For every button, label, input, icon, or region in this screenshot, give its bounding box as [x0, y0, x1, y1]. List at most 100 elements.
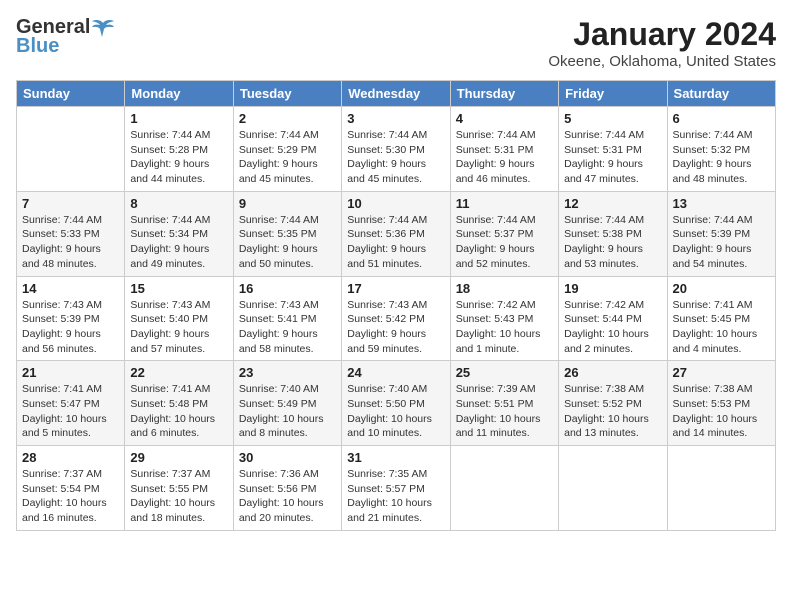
- day-info: Sunrise: 7:40 AMSunset: 5:49 PMDaylight:…: [239, 382, 336, 441]
- calendar-header-row: SundayMondayTuesdayWednesdayThursdayFrid…: [17, 81, 776, 107]
- day-number: 7: [22, 196, 119, 211]
- logo-bird-icon: [92, 19, 114, 37]
- calendar-day-cell: [450, 446, 558, 531]
- day-info: Sunrise: 7:44 AMSunset: 5:32 PMDaylight:…: [673, 128, 770, 187]
- day-info: Sunrise: 7:41 AMSunset: 5:47 PMDaylight:…: [22, 382, 119, 441]
- day-number: 30: [239, 450, 336, 465]
- day-number: 20: [673, 281, 770, 296]
- day-number: 31: [347, 450, 444, 465]
- day-number: 18: [456, 281, 553, 296]
- day-info: Sunrise: 7:43 AMSunset: 5:41 PMDaylight:…: [239, 298, 336, 357]
- calendar-day-cell: 17Sunrise: 7:43 AMSunset: 5:42 PMDayligh…: [342, 276, 450, 361]
- day-number: 1: [130, 111, 227, 126]
- calendar-day-cell: 16 Sunrise: 7:43 AMSunset: 5:41 PMDayligh…: [233, 276, 341, 361]
- calendar-day-cell: 12Sunrise: 7:44 AMSunset: 5:38 PMDayligh…: [559, 191, 667, 276]
- calendar-week-row: 21 Sunrise: 7:41 AMSunset: 5:47 PMDayligh…: [17, 361, 776, 446]
- day-info: Sunrise: 7:44 AMSunset: 5:29 PMDaylight:…: [239, 128, 336, 187]
- calendar-day-cell: 5 Sunrise: 7:44 AMSunset: 5:31 PMDaylight…: [559, 107, 667, 192]
- calendar-title: January 2024: [548, 16, 776, 53]
- calendar-day-cell: 28 Sunrise: 7:37 AMSunset: 5:54 PMDayligh…: [17, 446, 125, 531]
- day-of-week-header: Tuesday: [233, 81, 341, 107]
- day-of-week-header: Monday: [125, 81, 233, 107]
- calendar-day-cell: 31 Sunrise: 7:35 AMSunset: 5:57 PMDayligh…: [342, 446, 450, 531]
- day-number: 29: [130, 450, 227, 465]
- calendar-day-cell: [17, 107, 125, 192]
- day-info: Sunrise: 7:44 AMSunset: 5:37 PMDaylight:…: [456, 213, 553, 272]
- day-info: Sunrise: 7:44 AMSunset: 5:28 PMDaylight:…: [130, 128, 227, 187]
- day-number: 27: [673, 365, 770, 380]
- calendar-day-cell: 9 Sunrise: 7:44 AMSunset: 5:35 PMDaylight…: [233, 191, 341, 276]
- calendar-week-row: 1 Sunrise: 7:44 AMSunset: 5:28 PMDaylight…: [17, 107, 776, 192]
- day-info: Sunrise: 7:38 AMSunset: 5:53 PMDaylight:…: [673, 382, 770, 441]
- calendar-day-cell: 6 Sunrise: 7:44 AMSunset: 5:32 PMDaylight…: [667, 107, 775, 192]
- calendar-day-cell: 19 Sunrise: 7:42 AMSunset: 5:44 PMDayligh…: [559, 276, 667, 361]
- calendar-day-cell: 1 Sunrise: 7:44 AMSunset: 5:28 PMDaylight…: [125, 107, 233, 192]
- calendar-day-cell: 25 Sunrise: 7:39 AMSunset: 5:51 PMDayligh…: [450, 361, 558, 446]
- calendar-day-cell: 3 Sunrise: 7:44 AMSunset: 5:30 PMDaylight…: [342, 107, 450, 192]
- day-of-week-header: Thursday: [450, 81, 558, 107]
- day-info: Sunrise: 7:40 AMSunset: 5:50 PMDaylight:…: [347, 382, 444, 441]
- day-info: Sunrise: 7:43 AMSunset: 5:40 PMDaylight:…: [130, 298, 227, 357]
- day-info: Sunrise: 7:44 AMSunset: 5:35 PMDaylight:…: [239, 213, 336, 272]
- logo-blue-text: Blue: [16, 35, 59, 58]
- day-info: Sunrise: 7:44 AMSunset: 5:31 PMDaylight:…: [456, 128, 553, 187]
- calendar-day-cell: 2 Sunrise: 7:44 AMSunset: 5:29 PMDaylight…: [233, 107, 341, 192]
- title-block: January 2024 Okeene, Oklahoma, United St…: [548, 16, 776, 70]
- day-number: 28: [22, 450, 119, 465]
- day-number: 8: [130, 196, 227, 211]
- day-info: Sunrise: 7:44 AMSunset: 5:30 PMDaylight:…: [347, 128, 444, 187]
- day-number: 11: [456, 196, 553, 211]
- calendar-day-cell: 13Sunrise: 7:44 AMSunset: 5:39 PMDayligh…: [667, 191, 775, 276]
- day-info: Sunrise: 7:39 AMSunset: 5:51 PMDaylight:…: [456, 382, 553, 441]
- calendar-day-cell: 26Sunrise: 7:38 AMSunset: 5:52 PMDayligh…: [559, 361, 667, 446]
- day-number: 13: [673, 196, 770, 211]
- day-number: 16: [239, 281, 336, 296]
- calendar-day-cell: 8Sunrise: 7:44 AMSunset: 5:34 PMDaylight…: [125, 191, 233, 276]
- day-of-week-header: Sunday: [17, 81, 125, 107]
- day-info: Sunrise: 7:37 AMSunset: 5:54 PMDaylight:…: [22, 467, 119, 526]
- day-info: Sunrise: 7:44 AMSunset: 5:31 PMDaylight:…: [564, 128, 661, 187]
- calendar-day-cell: 20 Sunrise: 7:41 AMSunset: 5:45 PMDayligh…: [667, 276, 775, 361]
- day-number: 12: [564, 196, 661, 211]
- day-number: 19: [564, 281, 661, 296]
- day-info: Sunrise: 7:38 AMSunset: 5:52 PMDaylight:…: [564, 382, 661, 441]
- day-info: Sunrise: 7:42 AMSunset: 5:44 PMDaylight:…: [564, 298, 661, 357]
- calendar-day-cell: 22Sunrise: 7:41 AMSunset: 5:48 PMDayligh…: [125, 361, 233, 446]
- day-info: Sunrise: 7:43 AMSunset: 5:39 PMDaylight:…: [22, 298, 119, 357]
- day-info: Sunrise: 7:42 AMSunset: 5:43 PMDaylight:…: [456, 298, 553, 357]
- day-info: Sunrise: 7:44 AMSunset: 5:33 PMDaylight:…: [22, 213, 119, 272]
- calendar-day-cell: 14 Sunrise: 7:43 AMSunset: 5:39 PMDayligh…: [17, 276, 125, 361]
- day-number: 22: [130, 365, 227, 380]
- calendar-day-cell: [667, 446, 775, 531]
- calendar-day-cell: 10Sunrise: 7:44 AMSunset: 5:36 PMDayligh…: [342, 191, 450, 276]
- day-number: 21: [22, 365, 119, 380]
- day-number: 6: [673, 111, 770, 126]
- calendar-day-cell: 18 Sunrise: 7:42 AMSunset: 5:43 PMDayligh…: [450, 276, 558, 361]
- day-number: 5: [564, 111, 661, 126]
- day-number: 2: [239, 111, 336, 126]
- calendar-day-cell: 4Sunrise: 7:44 AMSunset: 5:31 PMDaylight…: [450, 107, 558, 192]
- calendar-week-row: 7 Sunrise: 7:44 AMSunset: 5:33 PMDaylight…: [17, 191, 776, 276]
- day-number: 25: [456, 365, 553, 380]
- day-number: 9: [239, 196, 336, 211]
- calendar-day-cell: 24Sunrise: 7:40 AMSunset: 5:50 PMDayligh…: [342, 361, 450, 446]
- day-number: 15: [130, 281, 227, 296]
- calendar-table: SundayMondayTuesdayWednesdayThursdayFrid…: [16, 80, 776, 531]
- page-header: General Blue January 2024 Okeene, Oklaho…: [16, 16, 776, 70]
- day-info: Sunrise: 7:41 AMSunset: 5:45 PMDaylight:…: [673, 298, 770, 357]
- calendar-day-cell: [559, 446, 667, 531]
- day-info: Sunrise: 7:43 AMSunset: 5:42 PMDaylight:…: [347, 298, 444, 357]
- day-info: Sunrise: 7:37 AMSunset: 5:55 PMDaylight:…: [130, 467, 227, 526]
- calendar-subtitle: Okeene, Oklahoma, United States: [548, 53, 776, 70]
- calendar-day-cell: 23 Sunrise: 7:40 AMSunset: 5:49 PMDayligh…: [233, 361, 341, 446]
- calendar-day-cell: 30Sunrise: 7:36 AMSunset: 5:56 PMDayligh…: [233, 446, 341, 531]
- calendar-week-row: 14 Sunrise: 7:43 AMSunset: 5:39 PMDayligh…: [17, 276, 776, 361]
- day-of-week-header: Friday: [559, 81, 667, 107]
- calendar-day-cell: 27 Sunrise: 7:38 AMSunset: 5:53 PMDayligh…: [667, 361, 775, 446]
- day-info: Sunrise: 7:35 AMSunset: 5:57 PMDaylight:…: [347, 467, 444, 526]
- calendar-day-cell: 21 Sunrise: 7:41 AMSunset: 5:47 PMDayligh…: [17, 361, 125, 446]
- calendar-day-cell: 7 Sunrise: 7:44 AMSunset: 5:33 PMDaylight…: [17, 191, 125, 276]
- day-number: 23: [239, 365, 336, 380]
- day-number: 14: [22, 281, 119, 296]
- day-number: 3: [347, 111, 444, 126]
